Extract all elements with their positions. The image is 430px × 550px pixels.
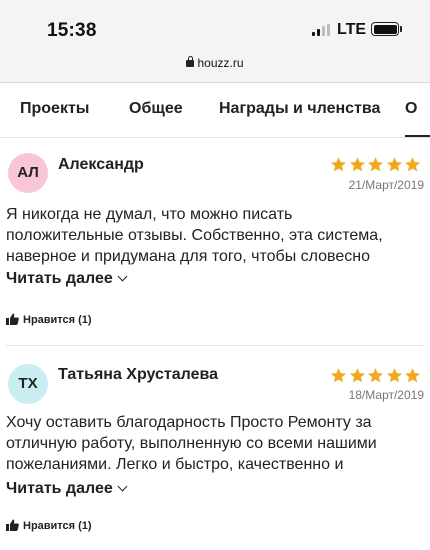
read-more-label: Читать далее <box>6 270 113 287</box>
star-icon <box>386 157 402 172</box>
review-text-line: Я никогда не думал, что можно писать <box>6 206 293 223</box>
star-icon <box>349 368 365 383</box>
tab-projects[interactable]: Проекты <box>20 100 89 118</box>
address-bar[interactable]: houzz.ru <box>0 56 430 78</box>
star-icon <box>331 368 346 383</box>
chevron-down-icon <box>117 481 128 492</box>
profile-tabs: Проекты Общее Награды и членства О <box>0 84 430 138</box>
like-button[interactable]: Нравится (1) <box>6 313 92 326</box>
rating-stars <box>330 156 422 174</box>
status-bar: 15:38 LTE <box>0 0 430 56</box>
like-button[interactable]: Нравится (1) <box>6 519 92 532</box>
star-icon <box>386 368 402 383</box>
review-text-line: Хочу оставить благодарность Просто Ремон… <box>6 414 372 431</box>
avatar: ТХ <box>8 364 48 404</box>
thumbs-up-icon <box>6 519 19 531</box>
star-icon <box>331 157 346 172</box>
review-card: ТХ Татьяна Хрусталева 18/Март/2019 Хочу … <box>0 346 430 550</box>
clock: 15:38 <box>47 20 97 41</box>
read-more-button[interactable]: Читать далее <box>6 480 128 498</box>
review-text-line: положительные отзывы. Собственно, эта си… <box>6 227 383 244</box>
read-more-label: Читать далее <box>6 480 113 497</box>
review-text: Я никогда не думал, что можно писать пол… <box>6 204 426 267</box>
thumbs-up-icon <box>6 313 19 325</box>
like-count: Нравится (1) <box>23 520 92 532</box>
like-count: Нравится (1) <box>23 314 92 326</box>
review-text-line: отличную работу, выполненную со всеми на… <box>6 435 377 452</box>
lock-icon <box>186 56 195 67</box>
chevron-down-icon <box>117 271 128 282</box>
browser-chrome: 15:38 LTE houzz.ru <box>0 0 430 83</box>
star-icon <box>368 368 383 383</box>
star-icon <box>405 368 420 383</box>
review-author[interactable]: Александр <box>58 156 144 174</box>
review-text-line: наверное и придумана для того, чтобы сло… <box>6 248 371 265</box>
tab-about[interactable]: О <box>405 100 417 118</box>
carrier-label: LTE <box>337 21 367 38</box>
tab-awards[interactable]: Награды и членства <box>219 100 380 118</box>
tab-overview[interactable]: Общее <box>129 100 183 118</box>
review-text-line: пожеланиями. Легко и быстро, качественно… <box>6 456 344 473</box>
review-date: 21/Март/2019 <box>348 178 424 192</box>
signal-icon <box>312 24 330 36</box>
review-card: АЛ Александр 21/Март/2019 Я никогда не д… <box>0 139 430 346</box>
star-icon <box>349 157 365 172</box>
url-text: houzz.ru <box>197 56 244 70</box>
active-tab-indicator <box>405 135 430 137</box>
review-author[interactable]: Татьяна Хрусталева <box>58 366 218 384</box>
review-text: Хочу оставить благодарность Просто Ремон… <box>6 412 426 475</box>
review-date: 18/Март/2019 <box>348 388 424 402</box>
battery-tip <box>400 26 402 32</box>
avatar: АЛ <box>8 153 48 193</box>
rating-stars <box>330 367 422 385</box>
read-more-button[interactable]: Читать далее <box>6 270 128 288</box>
star-icon <box>405 157 420 172</box>
battery-icon <box>371 22 399 36</box>
star-icon <box>368 157 383 172</box>
